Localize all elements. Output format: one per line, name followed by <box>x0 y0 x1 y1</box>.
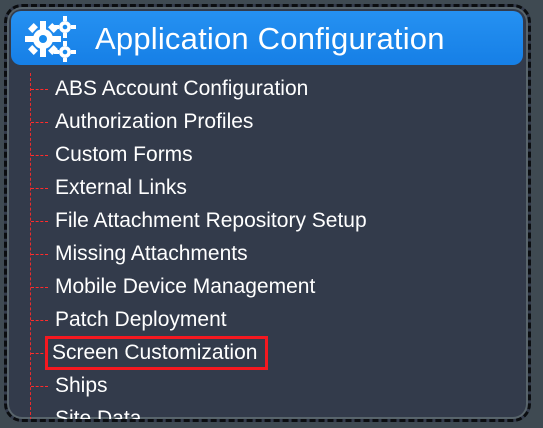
gears-icon <box>21 13 93 63</box>
menu-item-ships[interactable]: Ships <box>31 370 501 402</box>
tree-branch <box>31 253 48 255</box>
menu-item-label[interactable]: Authorization Profiles <box>52 108 256 136</box>
menu-item-mobile-device-management[interactable]: Mobile Device Management <box>31 271 501 303</box>
menu-item-file-attachment-repository-setup[interactable]: File Attachment Repository Setup <box>31 205 501 237</box>
configuration-menu: ABS Account Configuration Authorization … <box>7 73 527 419</box>
menu-item-label[interactable]: External Links <box>52 174 190 202</box>
menu-item-label[interactable]: ABS Account Configuration <box>52 75 311 103</box>
panel-header[interactable]: Application Configuration <box>11 11 523 65</box>
page-title: Application Configuration <box>95 20 445 56</box>
menu-item-label[interactable]: Screen Customization <box>45 336 269 370</box>
menu-item-label[interactable]: Mobile Device Management <box>52 273 318 301</box>
tree-branch <box>31 220 48 222</box>
tree-branch <box>31 286 48 288</box>
application-configuration-panel: Application Configuration ABS Account Co… <box>4 4 531 422</box>
menu-item-label[interactable]: Missing Attachments <box>52 240 251 268</box>
menu-item-abs-account-configuration[interactable]: ABS Account Configuration <box>31 73 501 105</box>
tree-branch <box>31 88 48 90</box>
menu-item-site-data[interactable]: Site Data <box>31 403 501 419</box>
tree-branch <box>31 154 48 156</box>
menu-item-external-links[interactable]: External Links <box>31 172 501 204</box>
menu-item-label[interactable]: Site Data <box>52 405 144 419</box>
menu-item-label[interactable]: File Attachment Repository Setup <box>52 207 370 235</box>
menu-item-label[interactable]: Ships <box>52 372 111 400</box>
menu-item-label[interactable]: Patch Deployment <box>52 306 230 334</box>
tree-branch <box>31 187 48 189</box>
menu-item-label[interactable]: Custom Forms <box>52 141 196 169</box>
tree-branch <box>31 418 48 419</box>
tree-branch <box>31 385 48 387</box>
menu-item-custom-forms[interactable]: Custom Forms <box>31 139 501 171</box>
menu-item-screen-customization[interactable]: Screen Customization <box>31 336 501 370</box>
tree-branch <box>31 121 48 123</box>
menu-item-patch-deployment[interactable]: Patch Deployment <box>31 304 501 336</box>
tree-branch <box>31 319 48 321</box>
menu-item-authorization-profiles[interactable]: Authorization Profiles <box>31 106 501 138</box>
menu-item-missing-attachments[interactable]: Missing Attachments <box>31 238 501 270</box>
